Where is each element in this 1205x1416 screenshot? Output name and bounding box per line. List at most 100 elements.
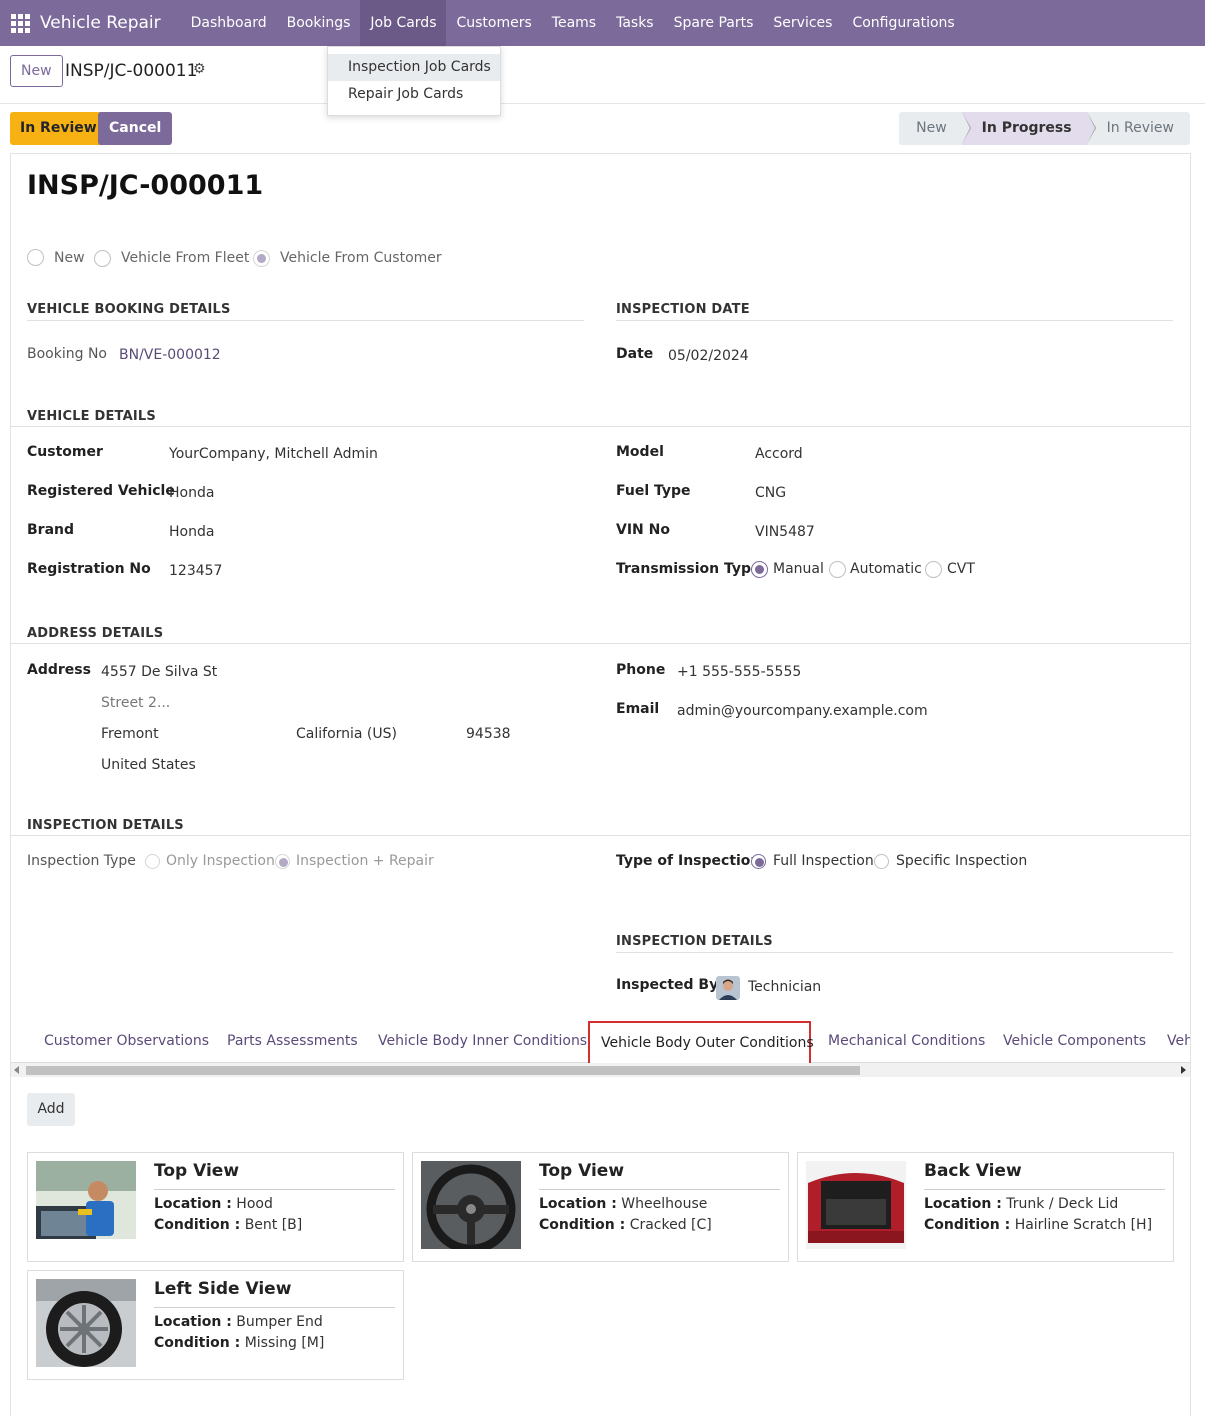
zip-field[interactable]: 94538 [466, 726, 511, 742]
radio-circle[interactable] [275, 853, 290, 869]
menu-job-cards[interactable]: Job Cards [360, 0, 447, 46]
tab-vehicle-body-inner-conditions[interactable]: Vehicle Body Inner Conditions [378, 1033, 587, 1049]
section-title-vehicle: VEHICLE DETAILS [27, 409, 156, 424]
menu-configurations[interactable]: Configurations [842, 0, 964, 46]
registered-vehicle-value[interactable]: Honda [169, 485, 214, 501]
radio-circle[interactable] [27, 249, 44, 266]
model-value[interactable]: Accord [755, 446, 803, 462]
radio-circle[interactable] [829, 561, 846, 578]
section-divider [616, 952, 1173, 953]
section-divider [11, 426, 1190, 427]
cancel-button[interactable]: Cancel [98, 112, 173, 145]
registration-no-value[interactable]: 123457 [169, 563, 222, 579]
date-value[interactable]: 05/02/2024 [668, 348, 749, 364]
source-label-fleet: Vehicle From Fleet [121, 250, 250, 266]
section-divider [616, 320, 1173, 321]
stage-in-progress[interactable]: In Progress [961, 112, 1096, 145]
add-button[interactable]: Add [27, 1093, 75, 1126]
menu-teams[interactable]: Teams [542, 0, 606, 46]
source-radio-fleet[interactable] [94, 250, 111, 267]
scroll-right-icon[interactable] [1181, 1066, 1186, 1074]
booking-no-value[interactable]: BN/VE-000012 [119, 347, 221, 363]
condition-value: Cracked [C] [629, 1217, 712, 1233]
new-record-button[interactable]: New [10, 55, 63, 87]
tab-vehicle-more[interactable]: Veh [1167, 1033, 1190, 1049]
horizontal-scrollbar[interactable] [11, 1063, 1190, 1077]
email-value[interactable]: admin@yourcompany.example.com [677, 703, 928, 719]
menu-customers[interactable]: Customers [446, 0, 541, 46]
menu-spare-parts[interactable]: Spare Parts [664, 0, 764, 46]
condition-card[interactable]: Back View Location : Trunk / Deck Lid Co… [797, 1152, 1174, 1262]
booking-no-label: Booking No [27, 346, 107, 362]
apps-menu-icon[interactable] [0, 0, 40, 46]
condition-label: Condition : [154, 1217, 241, 1233]
source-label-customer: Vehicle From Customer [280, 250, 442, 266]
source-radio-new[interactable] [27, 249, 44, 266]
inspection-kind-label-full: Full Inspection [773, 853, 874, 869]
inspection-kind-radio-specific[interactable] [874, 853, 889, 869]
stage-in-review[interactable]: In Review [1086, 112, 1190, 145]
dropdown-item-repair-job-cards[interactable]: Repair Job Cards [328, 81, 500, 108]
stage-label: In Review [1106, 120, 1174, 136]
in-review-button[interactable]: In Review [10, 112, 107, 145]
app-brand[interactable]: Vehicle Repair [40, 13, 171, 33]
fuel-type-value[interactable]: CNG [755, 485, 786, 501]
card-location: Location : Trunk / Deck Lid [924, 1196, 1118, 1212]
menu-services[interactable]: Services [763, 0, 842, 46]
tab-parts-assessments[interactable]: Parts Assessments [227, 1033, 358, 1049]
tab-vehicle-body-outer-conditions[interactable]: Vehicle Body Outer Conditions [588, 1021, 814, 1065]
radio-circle[interactable] [751, 853, 766, 869]
transmission-radio-automatic[interactable] [829, 561, 846, 578]
stage-new[interactable]: New [899, 112, 971, 145]
active-tab-label: Vehicle Body Outer Conditions [601, 1035, 814, 1051]
radio-circle[interactable] [874, 853, 889, 869]
condition-label: Condition : [154, 1335, 241, 1351]
section-divider [11, 643, 1190, 644]
radio-circle[interactable] [94, 250, 111, 267]
tab-mechanical-conditions[interactable]: Mechanical Conditions [828, 1033, 985, 1049]
vin-no-value[interactable]: VIN5487 [755, 524, 815, 540]
scroll-left-icon[interactable] [14, 1066, 19, 1074]
car-wheel-image [36, 1279, 136, 1367]
transmission-label-automatic: Automatic [850, 561, 922, 577]
menu-bookings[interactable]: Bookings [277, 0, 361, 46]
brand-value[interactable]: Honda [169, 524, 214, 540]
inspection-kind-radio-full[interactable] [751, 853, 766, 869]
scrollbar-thumb[interactable] [26, 1066, 860, 1075]
job-cards-dropdown: Inspection Job Cards Repair Job Cards [327, 46, 501, 116]
inspection-type-radio-only[interactable] [145, 853, 160, 869]
inspected-by-value[interactable]: Technician [748, 979, 821, 995]
menu-dashboard[interactable]: Dashboard [181, 0, 277, 46]
street-field[interactable]: 4557 De Silva St [101, 664, 217, 680]
state-field[interactable]: California (US) [296, 726, 397, 742]
source-radio-customer[interactable] [253, 250, 270, 267]
tab-vehicle-components[interactable]: Vehicle Components [1003, 1033, 1146, 1049]
dropdown-item-inspection-job-cards[interactable]: Inspection Job Cards [328, 54, 500, 81]
location-label: Location : [924, 1196, 1002, 1212]
phone-value[interactable]: +1 555-555-5555 [677, 664, 801, 680]
card-condition: Condition : Cracked [C] [539, 1217, 712, 1233]
street2-field[interactable]: Street 2... [101, 695, 170, 711]
inspection-type-radio-repair[interactable] [275, 853, 290, 869]
radio-circle[interactable] [925, 561, 942, 578]
gear-icon[interactable]: ⚙ [193, 61, 206, 77]
condition-card[interactable]: Left Side View Location : Bumper End Con… [27, 1270, 404, 1380]
location-value: Trunk / Deck Lid [1006, 1196, 1119, 1212]
condition-card[interactable]: Top View Location : Wheelhouse Condition… [412, 1152, 789, 1262]
tab-customer-observations[interactable]: Customer Observations [44, 1033, 209, 1049]
country-field[interactable]: United States [101, 757, 196, 773]
inspection-type-label: Inspection Type [27, 853, 136, 869]
control-panel: New INSP/JC-000011 ⚙ [0, 46, 1205, 104]
card-title: Top View [154, 1161, 240, 1181]
condition-card[interactable]: Top View Location : Hood Condition : Ben… [27, 1152, 404, 1262]
transmission-radio-cvt[interactable] [925, 561, 942, 578]
customer-value[interactable]: YourCompany, Mitchell Admin [169, 446, 378, 462]
card-location: Location : Bumper End [154, 1314, 323, 1330]
radio-circle[interactable] [751, 561, 768, 578]
city-field[interactable]: Fremont [101, 726, 159, 742]
radio-circle[interactable] [253, 250, 270, 267]
transmission-radio-manual[interactable] [751, 561, 768, 578]
section-title-booking: VEHICLE BOOKING DETAILS [27, 302, 231, 317]
menu-tasks[interactable]: Tasks [606, 0, 664, 46]
radio-circle[interactable] [145, 853, 160, 869]
